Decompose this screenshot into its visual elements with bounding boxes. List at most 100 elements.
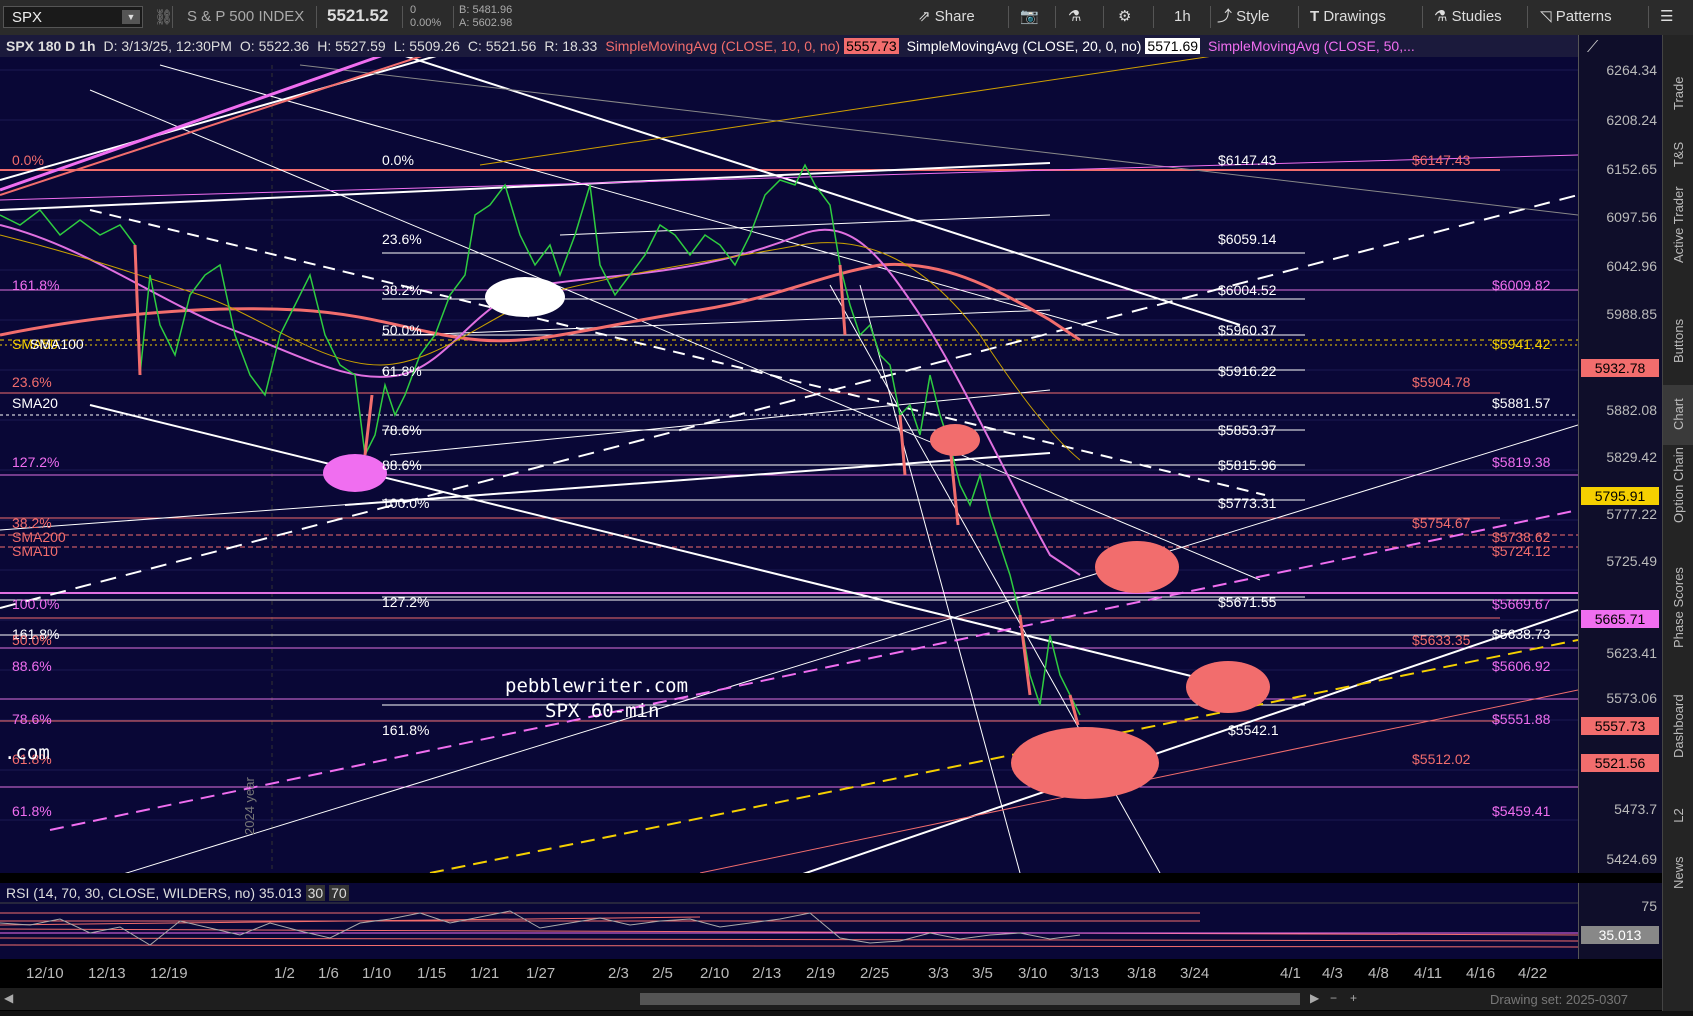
share-button[interactable]: ⇗ Share [918,4,975,30]
flask-icon[interactable]: ⚗ [1068,4,1081,30]
divider [1008,6,1009,28]
tab-buttons[interactable]: Buttons [1663,310,1693,385]
price-label-sma50: 5665.71 [1581,610,1659,628]
watermark-site: pebblewriter.com [505,675,689,697]
left-label: 161.8% [12,277,60,293]
price-tick: 5424.69 [1606,851,1657,867]
screenshot-icon[interactable]: 📷 [1020,4,1039,30]
tab-time-and-sales[interactable]: T&S [1663,125,1693,185]
time-label: 2/5 [652,965,673,982]
drawings-button[interactable]: T Drawings [1310,4,1386,30]
time-axis[interactable]: 12/10 12/13 12/19 1/2 1/6 1/10 1/15 1/21… [0,962,1578,986]
fib-price-magenta: $5606.92 [1492,658,1551,674]
symbol-input[interactable]: SPX ▼ [3,6,143,28]
rsi-tick: 75 [1641,898,1657,914]
bar-low: L: 5509.26 [393,38,460,54]
scroll-thumb[interactable] [640,993,1300,1005]
fib-label: 0.0% [382,152,414,168]
time-label: 12/19 [150,965,188,982]
rsi-oversold: 30 [305,885,326,901]
fib-price-magenta: $5551.88 [1492,711,1551,727]
sma20-label[interactable]: SimpleMovingAvg (CLOSE, 20, 0, no) [907,38,1142,54]
fib-price: $6004.52 [1218,282,1277,298]
style-button[interactable]: ⤴ Style [1217,4,1270,30]
price-axis[interactable]: ⟋ 6264.34 6208.24 6152.65 6097.56 6042.9… [1578,35,1663,873]
time-label: 4/16 [1466,965,1496,982]
price-tick: 6152.65 [1606,161,1657,177]
rsi-overbought: 70 [329,885,349,901]
price-tick: 5573.06 [1606,690,1657,706]
scroll-left-icon[interactable]: ◀ [4,991,13,1005]
divider [172,6,173,28]
price-label-sma10: 5557.73 [1581,717,1659,735]
zoom-in-icon[interactable]: + [1350,991,1357,1005]
highlight-ellipse [323,454,387,492]
price-chart[interactable] [0,35,1578,873]
axis-scale-icon[interactable]: ⟋ [1587,39,1598,57]
time-label: 4/22 [1518,965,1548,982]
studies-icon: ⚗ [1434,8,1452,25]
time-label: 3/13 [1070,965,1100,982]
studies-button[interactable]: ⚗ Studies [1434,4,1502,30]
price-tick: 6208.24 [1606,112,1657,128]
bar-close: C: 5521.56 [467,38,537,54]
left-label: 50.0% [12,632,52,648]
patterns-icon: ◹ [1540,8,1556,25]
fib-label: 161.8% [382,722,430,738]
highlight-ellipse [1011,727,1159,799]
fib-price-magenta: $5819.38 [1492,454,1551,470]
tab-chart[interactable]: Chart [1663,385,1693,445]
tab-news[interactable]: News [1663,840,1693,910]
rsi-axis[interactable]: 75 35.013 [1578,883,1663,959]
gear-icon[interactable]: ⚙ [1118,4,1131,30]
left-label: SMA20 [12,395,58,411]
fib-price-magenta: $5669.67 [1492,596,1551,612]
fib-label: 88.6% [382,457,422,473]
year-marker: 2024 year [242,777,257,835]
time-label: 1/10 [362,965,392,982]
patterns-button[interactable]: ◹ Patterns [1540,4,1612,30]
share-icon: ⇗ [918,8,935,25]
tab-dashboard[interactable]: Dashboard [1663,694,1693,790]
chart-drawings [0,35,1578,873]
fib-price: $5815.96 [1218,457,1277,473]
price-tick: 6042.96 [1606,258,1657,274]
rsi-label[interactable]: RSI (14, 70, 30, CLOSE, WILDERS, no) [6,885,255,901]
watermark-subtitle: SPX 60-min [545,700,660,722]
sma20-value: 5571.69 [1145,38,1201,54]
side-panel: Trade T&S Active Trader Buttons Chart Op… [1662,35,1693,1016]
time-label: 2/3 [608,965,629,982]
time-label: 3/24 [1180,965,1210,982]
zoom-out-icon[interactable]: − [1330,991,1337,1005]
tab-phase-scores[interactable]: Phase Scores [1663,567,1693,695]
left-label: 0.0% [12,152,44,168]
symbol-dropdown-icon[interactable]: ▼ [122,10,140,24]
time-label: 4/11 [1414,965,1443,982]
divider [1210,6,1211,28]
sma10-label[interactable]: SimpleMovingAvg (CLOSE, 10, 0, no) [605,38,840,54]
sma50-label[interactable]: SimpleMovingAvg (CLOSE, 50,... [1208,38,1415,54]
chart-scrollbar[interactable]: ◀ ▶ − + Drawing set: 2025-0307 [0,988,1662,1010]
tab-level2[interactable]: L2 [1663,790,1693,840]
tab-trade[interactable]: Trade [1663,65,1693,125]
tab-active-trader[interactable]: Active Trader [1663,185,1693,310]
divider [1103,6,1104,28]
level-price: $5881.57 [1492,395,1551,411]
link-icon[interactable]: ⛓ [154,8,173,26]
fib-price: $6147.43 [1218,152,1277,168]
left-label: 88.6% [12,658,52,674]
left-label: SMA100 [30,336,84,352]
time-label: 1/21 [470,965,500,982]
fib-label: 61.8% [382,363,422,379]
interval-button[interactable]: 1h [1174,4,1191,30]
divider [316,6,317,28]
bar-open: O: 5522.36 [239,38,310,54]
scroll-right-icon[interactable]: ▶ [1310,991,1319,1005]
time-label: 12/10 [26,965,64,982]
highlight-ellipse [930,424,980,456]
fib-price-red: $5512.02 [1412,751,1471,767]
menu-icon[interactable]: ☰ [1660,4,1673,30]
fib-label: 78.6% [382,422,422,438]
time-label: 4/1 [1280,965,1301,982]
tab-option-chain[interactable]: Option Chain [1663,445,1693,570]
